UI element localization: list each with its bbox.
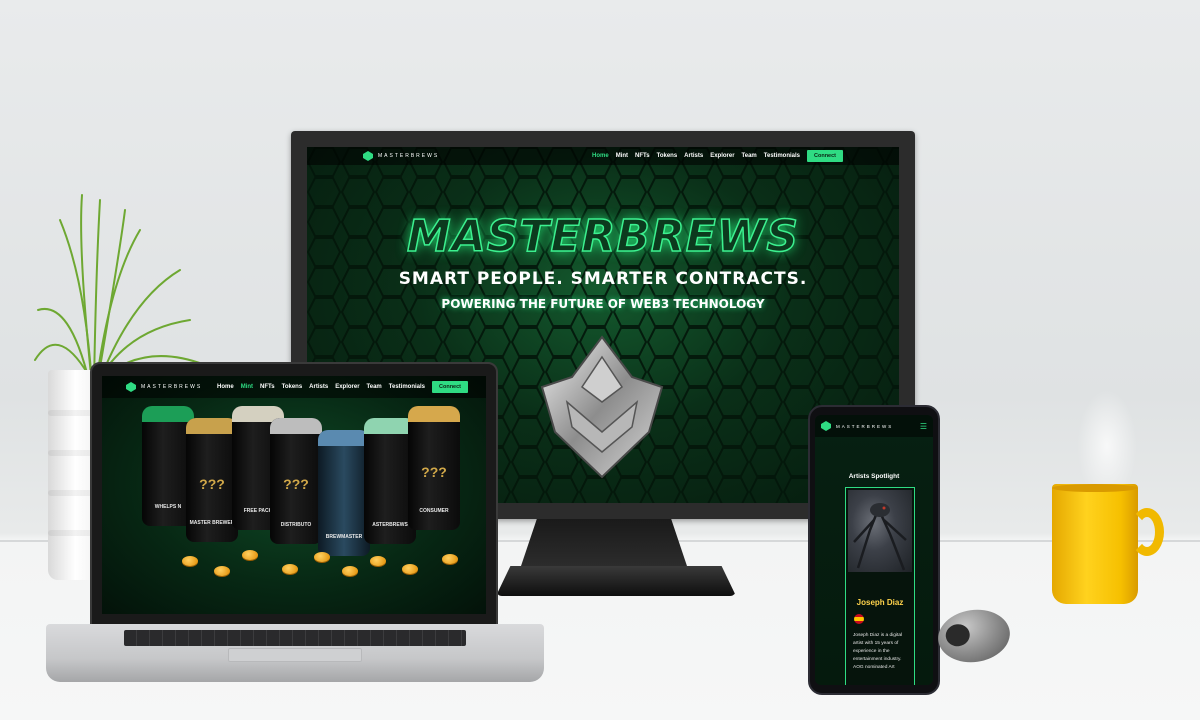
nav-testimonials[interactable]: Testimonials	[764, 153, 800, 159]
nav-mint[interactable]: Mint	[616, 153, 628, 159]
mouse-button	[944, 622, 972, 648]
masterbrews-logo-icon	[363, 151, 373, 161]
can-label: DISTRIBUTO	[280, 522, 312, 528]
masterbrews-logo-icon	[821, 421, 831, 431]
laptop-screen: MASTERBREWS Home Mint NFTs Tokens Artist…	[102, 376, 486, 614]
monitor-stand-neck	[520, 519, 688, 569]
phone-brand[interactable]: MASTERBREWS	[821, 421, 893, 431]
can-lid	[142, 406, 194, 422]
can-lid	[186, 418, 238, 434]
nav-home[interactable]: Home	[592, 153, 609, 159]
brand[interactable]: MASTERBREWS	[363, 151, 439, 161]
question-mark-graphic: ???	[421, 464, 447, 480]
gold-coin	[442, 554, 458, 564]
silver-shield-emblem	[540, 335, 664, 479]
hero-tagline: POWERING THE FUTURE OF WEB3 TECHNOLOGY	[441, 297, 765, 311]
question-mark-graphic: ???	[199, 476, 225, 492]
laptop: MASTERBREWS Home Mint NFTs Tokens Artist…	[90, 362, 498, 626]
laptop-nav-links: Home Mint NFTs Tokens Artists Explorer T…	[217, 381, 468, 393]
smartphone: MASTERBREWS ☰ Artists Spotlight Joseph D…	[808, 405, 940, 695]
nav-tokens[interactable]: Tokens	[657, 153, 678, 159]
nav-artists[interactable]: Artists	[309, 384, 328, 390]
plant-leaves	[34, 194, 206, 386]
nav-explorer[interactable]: Explorer	[710, 153, 734, 159]
monitor-nav-links: Home Mint NFTs Tokens Artists Explorer T…	[592, 150, 843, 162]
mug-handle	[1130, 508, 1164, 556]
nav-home[interactable]: Home	[217, 384, 234, 390]
artists-spotlight-heading: Artists Spotlight	[848, 473, 900, 480]
laptop-keyboard	[124, 630, 466, 646]
nav-artists[interactable]: Artists	[684, 153, 703, 159]
artist-card[interactable]: Joseph Diaz Joseph Diaz is a digital art…	[845, 487, 915, 685]
can-distributor[interactable]: ??? DISTRIBUTO	[270, 418, 322, 544]
artist-artwork-image	[848, 490, 912, 572]
laptop-base	[46, 624, 544, 682]
gold-coin	[242, 550, 258, 560]
question-mark-graphic: ???	[283, 476, 309, 492]
laptop-trackpad	[228, 648, 362, 662]
computer-mouse	[934, 605, 1014, 667]
monitor-navbar: MASTERBREWS Home Mint NFTs Tokens Artist…	[307, 147, 899, 165]
hero-subtitle: SMART PEOPLE. SMARTER CONTRACTS.	[398, 269, 808, 289]
product-mockup-scene: MASTERBREWS Home Mint NFTs Tokens Artist…	[0, 0, 1200, 720]
phone-screen: MASTERBREWS ☰ Artists Spotlight Joseph D…	[815, 415, 933, 685]
hamburger-menu-icon[interactable]: ☰	[920, 422, 927, 431]
monitor-stand-base	[496, 566, 736, 596]
can-label: CONSUMER	[419, 508, 449, 514]
gold-coin	[182, 556, 198, 566]
yellow-coffee-mug	[1052, 484, 1164, 604]
gold-coin	[282, 564, 298, 574]
coffee-steam	[1072, 380, 1142, 490]
nav-team[interactable]: Team	[367, 384, 382, 390]
connect-button[interactable]: Connect	[432, 381, 468, 393]
nav-tokens[interactable]: Tokens	[282, 384, 303, 390]
masterbrews-logo-icon	[126, 382, 136, 392]
can-label: MASTER BREWER	[189, 520, 235, 526]
spain-flag-icon	[854, 614, 864, 624]
gold-coin	[214, 566, 230, 576]
nav-nfts[interactable]: NFTs	[260, 384, 275, 390]
nav-testimonials[interactable]: Testimonials	[389, 384, 425, 390]
laptop-brand[interactable]: MASTERBREWS	[126, 382, 202, 392]
gold-coin	[314, 552, 330, 562]
brand-name: MASTERBREWS	[141, 384, 203, 390]
can-label: BREWMASTER	[325, 534, 363, 540]
hero-title: MASTERBREWS	[406, 210, 800, 263]
mug-rim	[1052, 484, 1138, 492]
laptop-navbar: MASTERBREWS Home Mint NFTs Tokens Artist…	[102, 376, 486, 398]
nft-pack-cans: WHELPS N ??? MASTER BREWER FREE PACK ???…	[142, 406, 462, 586]
can-lid	[408, 406, 460, 422]
nav-explorer[interactable]: Explorer	[335, 384, 359, 390]
nav-team[interactable]: Team	[742, 153, 757, 159]
brand-name: MASTERBREWS	[378, 153, 440, 159]
robot-creature-artwork	[853, 503, 907, 571]
brand-name: MASTERBREWS	[836, 423, 894, 429]
can-brewmaster[interactable]: BREWMASTER	[318, 430, 370, 556]
connect-button[interactable]: Connect	[807, 150, 843, 162]
gold-coin	[370, 556, 386, 566]
artist-name: Joseph Diaz	[856, 598, 904, 607]
artist-bio: Joseph Diaz is a digital artist with 15 …	[853, 633, 903, 670]
nav-nfts[interactable]: NFTs	[635, 153, 650, 159]
nav-mint[interactable]: Mint	[241, 384, 253, 390]
can-lid	[270, 418, 322, 434]
phone-navbar: MASTERBREWS ☰	[815, 415, 933, 437]
can-master-brewer[interactable]: ??? MASTER BREWER	[186, 418, 238, 542]
gold-coin	[342, 566, 358, 576]
can-consumer[interactable]: ??? CONSUMER	[408, 406, 460, 530]
can-lid	[318, 430, 370, 446]
gold-coin	[402, 564, 418, 574]
